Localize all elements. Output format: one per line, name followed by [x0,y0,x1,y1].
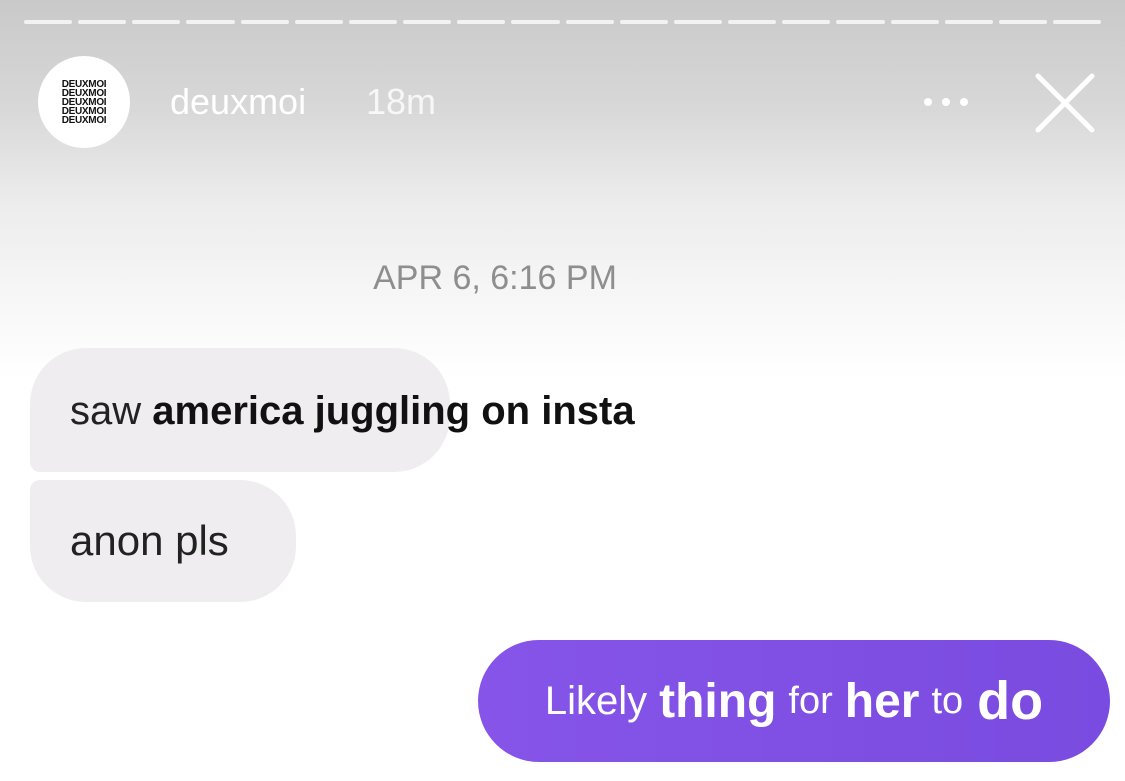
progress-segment [403,20,452,24]
progress-segment [511,20,560,24]
outgoing-word: for [788,679,833,722]
ellipsis-icon [924,98,968,106]
message-text-bold: america juggling on insta [152,389,635,433]
outgoing-word: to [931,679,964,722]
incoming-message-text: anon pls [70,517,229,564]
time-ago: 18m [366,81,437,122]
outgoing-word: thing [659,674,777,728]
username[interactable]: deuxmoi [170,80,306,124]
outgoing-word: do [977,671,1044,731]
progress-segment [348,20,398,24]
progress-segment [728,20,777,24]
progress-segment [24,20,73,24]
progress-segment [78,20,127,24]
message-text-normal: saw [70,389,142,433]
more-options-button[interactable] [918,84,974,120]
close-icon [1035,73,1095,133]
progress-segment [673,20,723,24]
story-progress-bar [24,20,1102,24]
avatar-logo-line: DEUXMOI [61,114,107,126]
progress-segment [619,20,668,24]
progress-segment [132,20,181,24]
progress-segment [782,20,831,24]
progress-segment [998,20,1047,24]
progress-segment [186,20,235,24]
progress-segment [457,20,506,24]
progress-segment [294,20,343,24]
progress-segment [565,20,614,24]
outgoing-message-bubble: Likely thing for her to do [478,640,1110,762]
avatar[interactable]: DEUXMOI DEUXMOI DEUXMOI DEUXMOI DEUXMOI [38,56,130,148]
outgoing-word: her [844,674,920,728]
progress-segment [836,20,885,24]
message-timestamp: APR 6, 6:16 PM [373,259,617,297]
progress-segment [240,20,289,24]
outgoing-word: Likely [544,678,648,723]
close-button[interactable] [1030,68,1100,138]
progress-segment [944,20,993,24]
progress-segment [890,20,939,24]
progress-segment [1052,20,1102,24]
incoming-message-text: saw america juggling on insta [70,386,635,436]
